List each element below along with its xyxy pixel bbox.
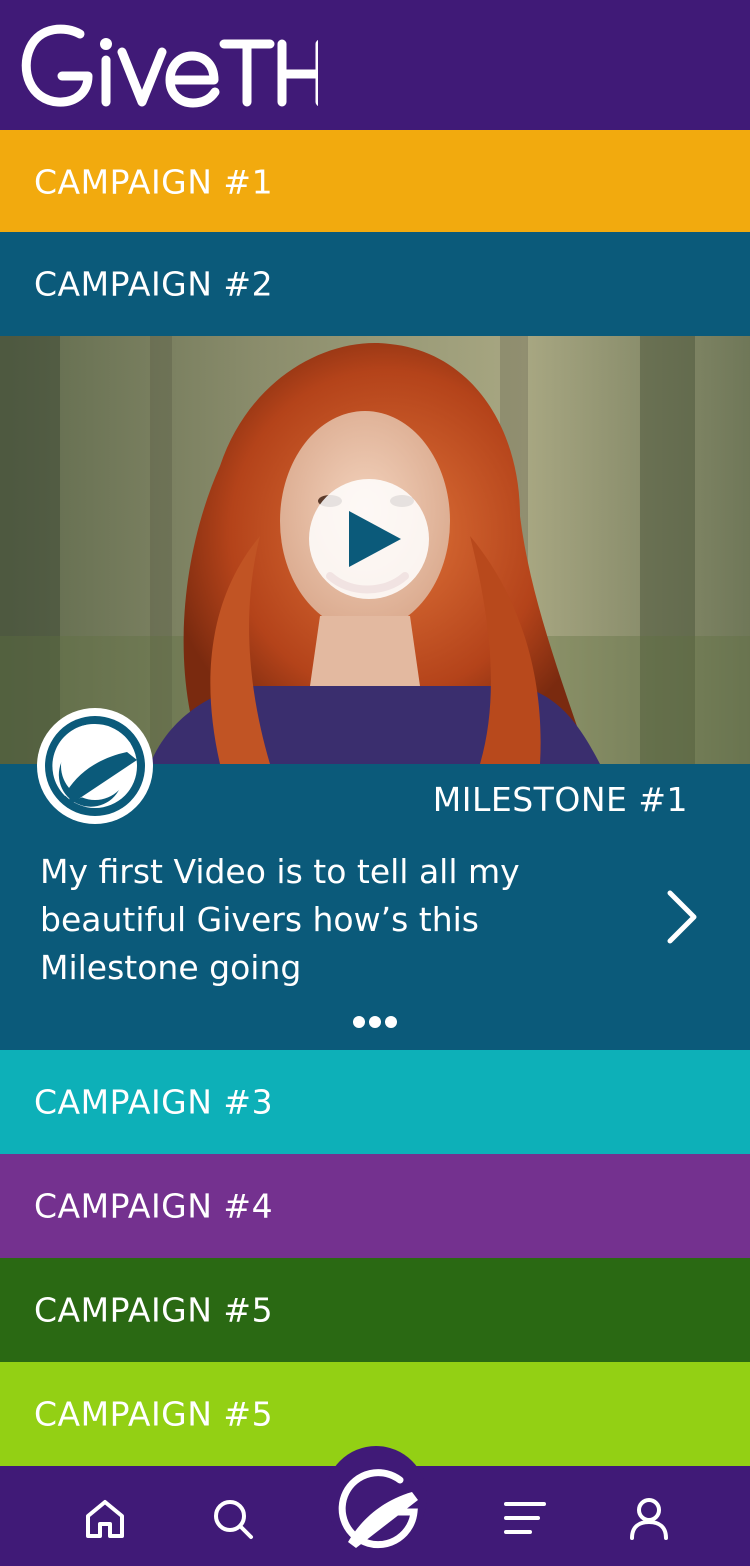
campaign-label: CAMPAIGN #3 (34, 1082, 274, 1122)
giveth-logo-icon[interactable] (326, 1456, 426, 1556)
home-icon[interactable] (80, 1494, 130, 1544)
more-dots-icon[interactable] (352, 1014, 398, 1030)
campaign-item-2[interactable]: CAMPAIGN #2 (0, 232, 750, 336)
chevron-right-icon[interactable] (660, 887, 704, 947)
campaign-item-3[interactable]: CAMPAIGN #3 (0, 1050, 750, 1154)
campaign-label: CAMPAIGN #5 (34, 1290, 274, 1330)
campaign-item-4[interactable]: CAMPAIGN #4 (0, 1154, 750, 1258)
app-header (0, 0, 750, 130)
campaign-item-5[interactable]: CAMPAIGN #5 (0, 1258, 750, 1362)
menu-icon[interactable] (500, 1494, 550, 1544)
milestone-title: MILESTONE #1 (432, 780, 688, 819)
search-icon[interactable] (208, 1494, 258, 1544)
profile-icon[interactable] (624, 1494, 674, 1544)
campaign-label: CAMPAIGN #4 (34, 1186, 274, 1226)
giveth-wordmark-logo[interactable] (18, 18, 318, 114)
campaign-label: CAMPAIGN #5 (34, 1394, 274, 1434)
campaign-item-1[interactable]: CAMPAIGN #1 (0, 130, 750, 234)
play-icon (349, 511, 401, 567)
milestone-description: My first Video is to tell all my beautif… (40, 852, 520, 987)
giveth-logo-icon (37, 708, 153, 824)
play-button[interactable] (309, 479, 429, 599)
campaign-label: CAMPAIGN #2 (34, 264, 274, 304)
campaign-label: CAMPAIGN #1 (34, 162, 274, 202)
